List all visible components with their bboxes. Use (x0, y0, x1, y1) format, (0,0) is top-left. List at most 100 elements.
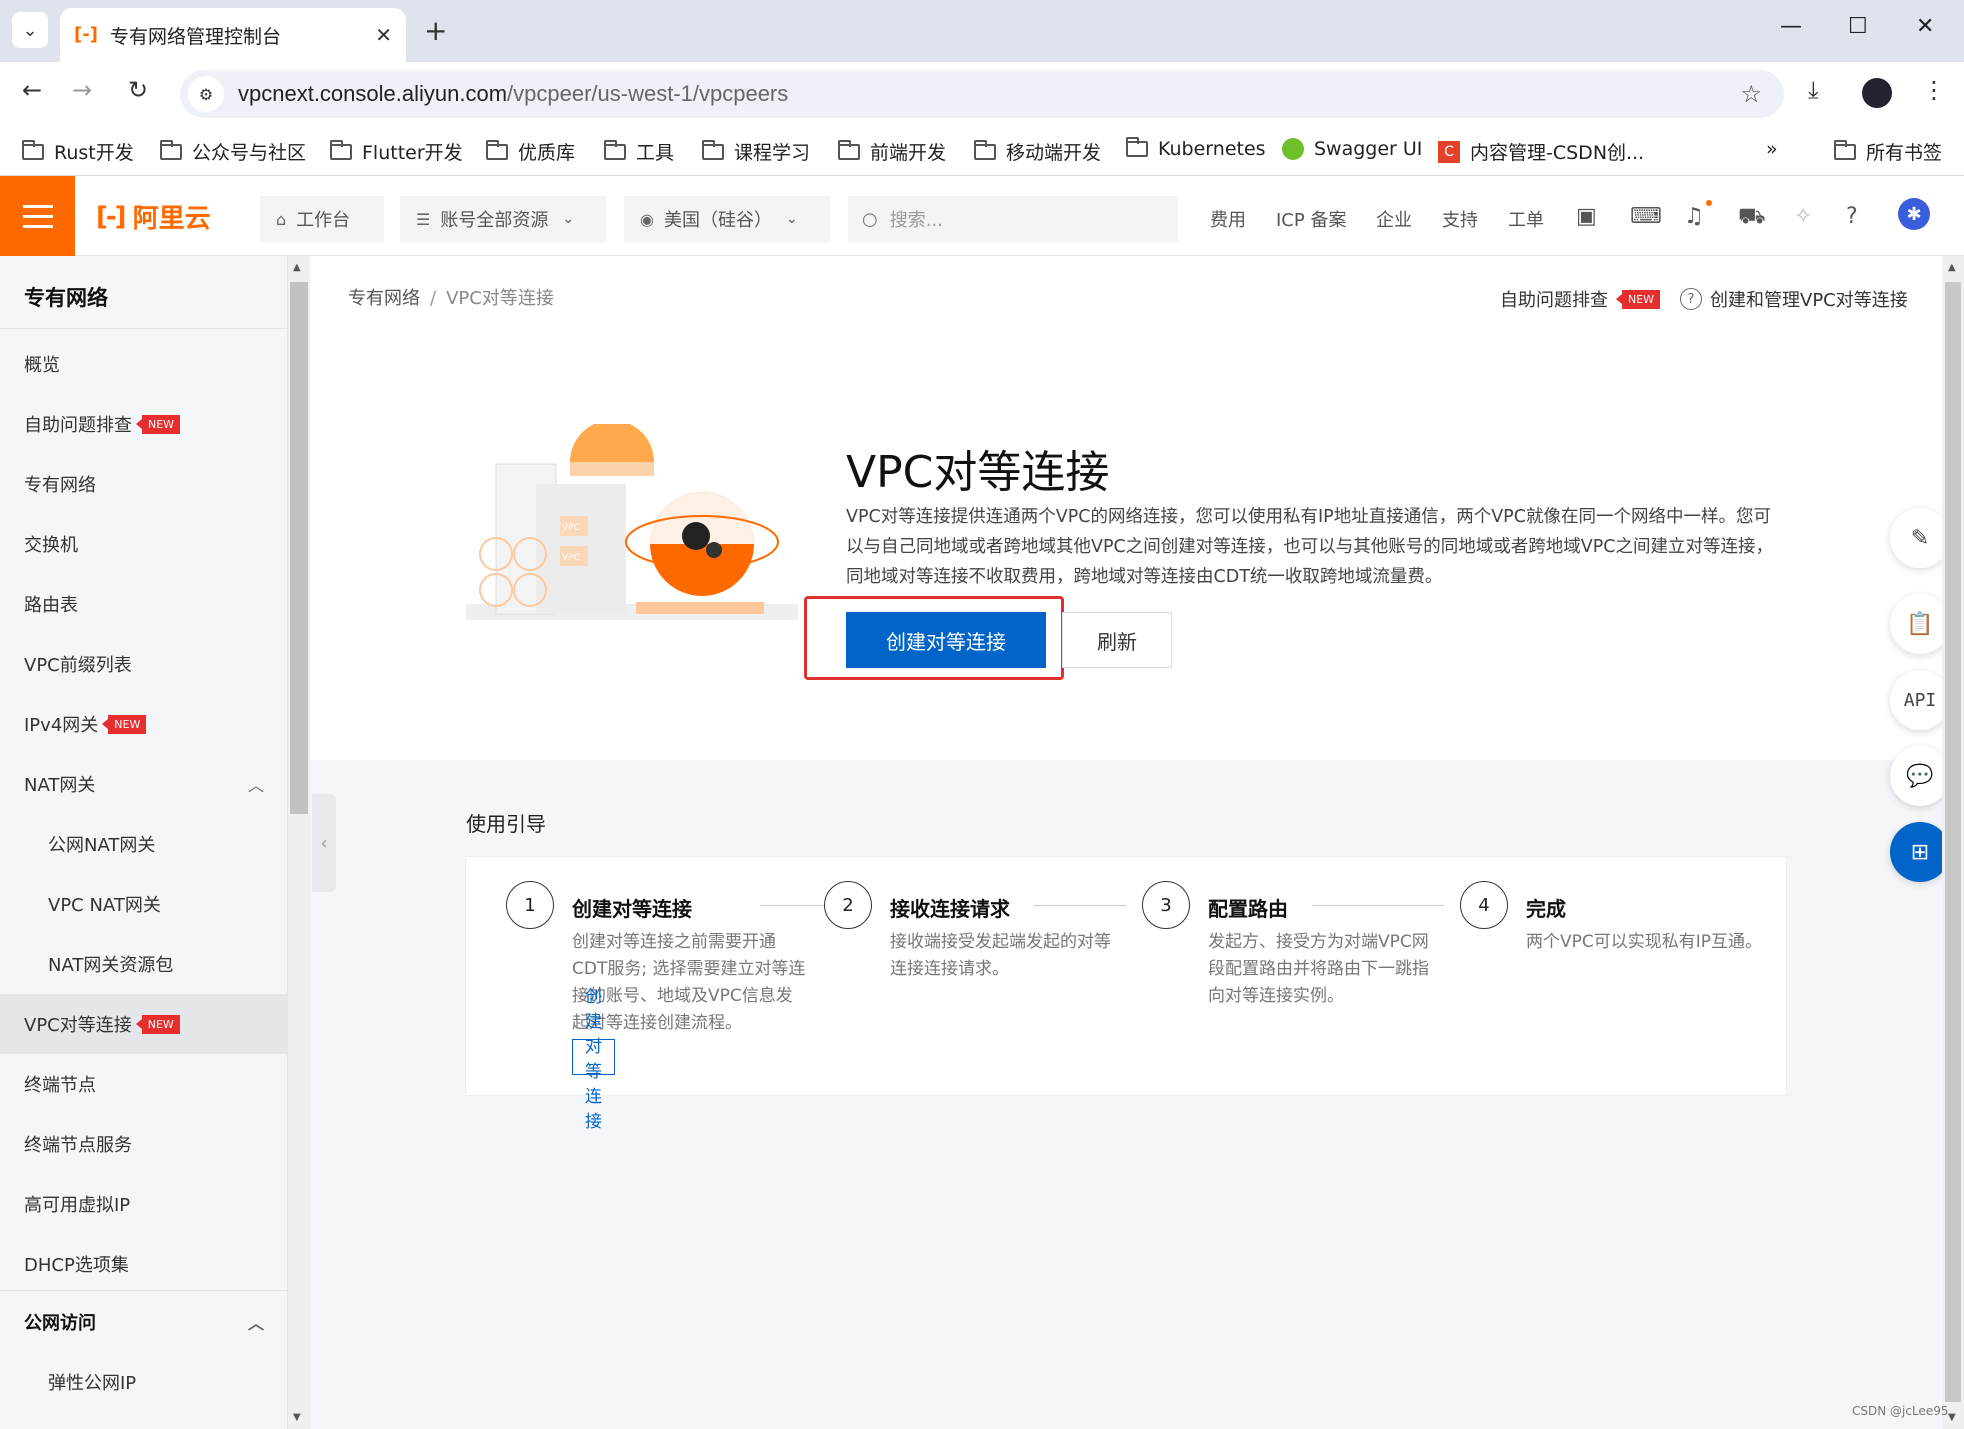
home-icon: ⌂ (276, 209, 287, 229)
sidebar-item-public-access[interactable]: 公网访问 ︿ (0, 1292, 288, 1352)
sidebar-item-havip[interactable]: 高可用虚拟IP (0, 1174, 288, 1234)
help-doc-link[interactable]: ? 创建和管理VPC对等连接 (1680, 286, 1908, 312)
more-menu-icon[interactable]: ⋮ (1922, 76, 1946, 104)
bookmark-folder[interactable]: Rust开发 (22, 138, 134, 165)
new-tab-icon[interactable]: + (424, 14, 447, 47)
forward-icon[interactable]: → (72, 76, 92, 104)
api-button[interactable]: API (1890, 670, 1950, 730)
sidebar-item-label: NAT网关资源包 (48, 955, 174, 976)
pencil-icon: ✎ (1910, 525, 1930, 551)
sidebar-item-dhcp[interactable]: DHCP选项集 (0, 1234, 288, 1294)
resource-selector[interactable]: ☰ 账号全部资源 ⌄ (400, 196, 606, 242)
bookmark-star-icon[interactable]: ☆ (1740, 80, 1762, 108)
cart-icon[interactable]: ⛟ (1738, 204, 1766, 232)
sidebar-item-endpoint-service[interactable]: 终端节点服务 (0, 1114, 288, 1174)
link-ticket[interactable]: 工单 (1508, 206, 1544, 232)
close-tab-icon[interactable]: ✕ (375, 23, 392, 47)
scroll-up-icon[interactable]: ▲ (1948, 262, 1956, 273)
more-bookmarks-icon[interactable]: » (1766, 138, 1778, 160)
sidebar-item-vswitch[interactable]: 交换机 (0, 514, 288, 574)
window-close-icon[interactable]: ✕ (1916, 14, 1934, 39)
bookmark-folder[interactable]: Flutter开发 (330, 138, 463, 165)
sidebar-scroll-thumb[interactable] (290, 282, 308, 814)
feedback-edit-button[interactable]: ✎ (1890, 508, 1950, 568)
refresh-button[interactable]: 刷新 (1062, 612, 1172, 668)
sidebar-item-self-help[interactable]: 自助问题排查 NEW (0, 394, 288, 454)
survey-button[interactable]: 📋 (1890, 594, 1950, 654)
search-input[interactable]: ○ 搜索... (848, 196, 1178, 242)
breadcrumb-vpc[interactable]: 专有网络 (348, 288, 420, 309)
menu-icon[interactable] (0, 176, 75, 256)
bookmark-folder[interactable]: 移动端开发 (974, 138, 1101, 165)
sidebar-item-vpc[interactable]: 专有网络 (0, 454, 288, 514)
folder-icon (838, 139, 860, 160)
browser-tab[interactable]: [-] 专有网络管理控制台 ✕ (60, 8, 406, 62)
bookmark-folder[interactable]: 工具 (604, 138, 674, 165)
aliyun-logo[interactable]: [-] 阿里云 (96, 198, 211, 235)
self-help-link[interactable]: 自助问题排查 NEW (1500, 286, 1661, 312)
bookmark-folder[interactable]: Kubernetes (1126, 137, 1266, 160)
bulb-icon[interactable]: ✧ (1794, 204, 1812, 229)
folder-icon (330, 139, 352, 160)
link-support[interactable]: 支持 (1442, 206, 1478, 232)
sidebar-item-prefix-list[interactable]: VPC前缀列表 (0, 634, 288, 694)
bookmark-folder[interactable]: 优质库 (486, 138, 575, 165)
sidebar-item-eip[interactable]: 弹性公网IP (0, 1352, 288, 1412)
bell-icon[interactable]: ♫ (1684, 204, 1704, 229)
sidebar-item-route-table[interactable]: 路由表 (0, 574, 288, 634)
scroll-down-icon[interactable]: ▼ (1948, 1412, 1956, 1423)
bookmark-label: Flutter开发 (362, 142, 463, 164)
scroll-up-icon[interactable]: ▲ (293, 262, 301, 273)
region-selector[interactable]: ◉ 美国（硅谷） ⌄ (624, 196, 830, 242)
sidebar-item-public-nat[interactable]: 公网NAT网关 (0, 814, 288, 874)
bookmark-folder[interactable]: 前端开发 (838, 138, 946, 165)
terminal-icon[interactable]: ⌨ (1630, 204, 1662, 229)
help-link-label: 创建和管理VPC对等连接 (1710, 290, 1908, 311)
bookmark-folder[interactable]: 公众号与社区 (160, 138, 306, 165)
site-info-icon[interactable]: ⚙ (188, 76, 224, 112)
step-create-peer-button[interactable]: 创建对等连接 (572, 987, 615, 1132)
help-icon[interactable]: ? (1846, 204, 1858, 229)
tab-search-button[interactable]: ⌄ (12, 12, 48, 48)
profile-avatar[interactable] (1862, 78, 1892, 108)
sidebar-item-overview[interactable]: 概览 (0, 334, 288, 394)
sidebar-item-endpoint[interactable]: 终端节点 (0, 1054, 288, 1114)
reload-icon[interactable]: ↻ (128, 76, 148, 104)
user-avatar[interactable]: ✱ (1898, 198, 1930, 230)
bookmark-label: 内容管理-CSDN创... (1470, 142, 1645, 164)
chat-button[interactable]: 💬 (1890, 746, 1950, 806)
maximize-icon[interactable]: ☐ (1848, 14, 1868, 39)
bookmark-swagger[interactable]: Swagger UI (1282, 138, 1422, 160)
location-icon: ◉ (640, 209, 654, 229)
sidebar-item-vpc-nat[interactable]: VPC NAT网关 (0, 874, 288, 934)
minimize-icon[interactable]: — (1780, 14, 1802, 39)
sidebar-item-nat-gateway[interactable]: NAT网关 ︿ (0, 754, 288, 814)
main-scroll-thumb[interactable] (1945, 282, 1961, 1402)
bookmark-label: 优质库 (518, 142, 576, 164)
step-connector (1034, 905, 1126, 906)
link-icp[interactable]: ICP 备案 (1276, 206, 1346, 232)
sidebar-item-nat-package[interactable]: NAT网关资源包 (0, 934, 288, 994)
link-billing[interactable]: 费用 (1210, 206, 1246, 232)
link-enterprise[interactable]: 企业 (1376, 206, 1412, 232)
workbench-button[interactable]: ⌂ 工作台 (260, 196, 384, 242)
console-topbar: [-] 阿里云 ⌂ 工作台 ☰ 账号全部资源 ⌄ ◉ 美国（硅谷） ⌄ ○ 搜索... 费用 … (0, 176, 1964, 256)
bookmark-folder[interactable]: 课程学习 (702, 138, 810, 165)
sidebar-item-vpc-peer[interactable]: VPC对等连接 NEW (0, 994, 288, 1054)
apps-button[interactable]: ⊞ (1890, 822, 1950, 882)
sidebar-item-ipv4-gateway[interactable]: IPv4网关 NEW (0, 694, 288, 754)
download-icon[interactable]: ⤓ (1808, 76, 1819, 104)
sidebar-item-label: 路由表 (24, 595, 78, 616)
address-bar[interactable]: ⚙ vpcnext.console.aliyun.com/vpcpeer/us-… (180, 70, 1784, 118)
scroll-down-icon[interactable]: ▼ (293, 1412, 301, 1423)
all-bookmarks[interactable]: 所有书签 (1834, 138, 1942, 165)
bookmark-label: 前端开发 (870, 142, 947, 164)
bookmark-csdn[interactable]: C 内容管理-CSDN创... (1438, 138, 1644, 165)
chevron-down-icon: ⌄ (562, 211, 575, 227)
app-icon[interactable]: ▣ (1576, 204, 1597, 229)
chevron-down-icon: ⌄ (785, 211, 798, 227)
new-badge: NEW (135, 1014, 180, 1034)
sidebar-item-label: 概览 (24, 355, 60, 376)
sidebar-collapse-handle[interactable]: ‹ (312, 794, 336, 892)
back-icon[interactable]: ← (22, 76, 42, 104)
